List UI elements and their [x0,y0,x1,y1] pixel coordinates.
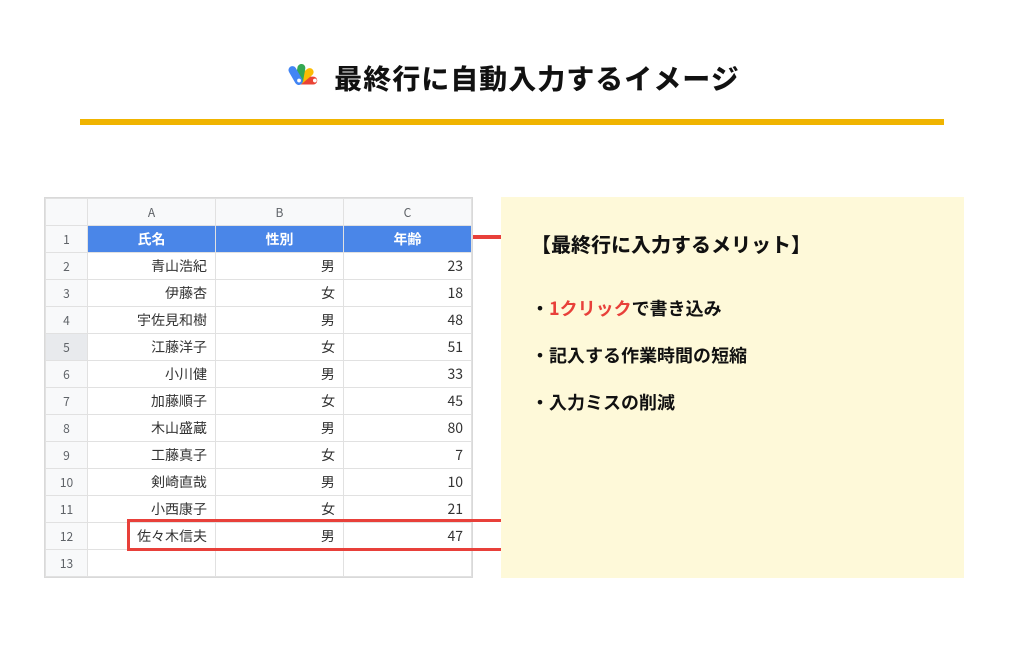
content: A B C 1 氏名 性別 年齢 2 青山浩紀 男 23 3 伊藤杏 女 18 [0,125,1024,578]
cell[interactable]: 51 [344,334,472,361]
row-header[interactable]: 6 [46,361,88,388]
callout-text: 入力ミスの削減 [549,389,675,415]
table-row: 4 宇佐見和樹 男 48 [46,307,472,334]
page-title: 最終行に自動入力するイメージ [334,58,739,98]
callout-list: ・1クリックで書き込み ・記入する作業時間の短縮 ・入力ミスの削減 [531,294,934,416]
table-row: 9 工藤真子 女 7 [46,442,472,469]
cell[interactable]: 10 [344,469,472,496]
callout-text: で書き込み [632,295,722,321]
cell-empty[interactable] [344,550,472,577]
column-header-a[interactable]: A [88,199,216,226]
cell[interactable]: 23 [344,253,472,280]
cell[interactable]: 48 [344,307,472,334]
table-header-age[interactable]: 年齢 [344,226,472,253]
spreadsheet: A B C 1 氏名 性別 年齢 2 青山浩紀 男 23 3 伊藤杏 女 18 [44,197,473,578]
cell[interactable]: 佐々木信夫 [88,523,216,550]
table-row: 7 加藤順子 女 45 [46,388,472,415]
table-row: 10 剣崎直哉 男 10 [46,469,472,496]
cell[interactable]: 男 [216,307,344,334]
cell[interactable]: 男 [216,469,344,496]
cell[interactable]: 木山盛蔵 [88,415,216,442]
cell[interactable]: 加藤順子 [88,388,216,415]
row-header[interactable]: 13 [46,550,88,577]
table-row: 3 伊藤杏 女 18 [46,280,472,307]
cell[interactable]: 女 [216,280,344,307]
cell[interactable]: 男 [216,253,344,280]
row-header[interactable]: 2 [46,253,88,280]
cell-empty[interactable] [216,550,344,577]
column-header-c[interactable]: C [344,199,472,226]
table-row: 5 江藤洋子 女 51 [46,334,472,361]
cell[interactable]: 小川健 [88,361,216,388]
row-header[interactable]: 1 [46,226,88,253]
callout-text: 記入する作業時間の短縮 [549,342,747,368]
cell[interactable]: 女 [216,496,344,523]
table-header-name[interactable]: 氏名 [88,226,216,253]
bullet: ・ [531,295,549,321]
cell-empty[interactable] [88,550,216,577]
table-row: 11 小西康子 女 21 [46,496,472,523]
row-header[interactable]: 7 [46,388,88,415]
table-row: 6 小川健 男 33 [46,361,472,388]
cell[interactable]: 女 [216,388,344,415]
cell[interactable]: 21 [344,496,472,523]
row-header[interactable]: 3 [46,280,88,307]
table-row: 8 木山盛蔵 男 80 [46,415,472,442]
cell[interactable]: 33 [344,361,472,388]
cell[interactable]: 80 [344,415,472,442]
callout-accent: 1クリック [549,295,632,321]
table-row-highlighted: 12 佐々木信夫 男 47 [46,523,472,550]
callout-panel: 【最終行に入力するメリット】 ・1クリックで書き込み ・記入する作業時間の短縮 … [501,197,964,578]
cell[interactable]: 青山浩紀 [88,253,216,280]
cell[interactable]: 剣崎直哉 [88,469,216,496]
cell[interactable]: 男 [216,523,344,550]
callout-item: ・1クリックで書き込み [531,294,934,323]
cell[interactable]: 女 [216,442,344,469]
sheet-corner[interactable] [46,199,88,226]
row-header[interactable]: 10 [46,469,88,496]
cell[interactable]: 男 [216,415,344,442]
header: 最終行に自動入力するイメージ [0,0,1024,111]
cell[interactable]: 宇佐見和樹 [88,307,216,334]
row-header[interactable]: 9 [46,442,88,469]
cell[interactable]: 伊藤杏 [88,280,216,307]
apps-script-logo-icon [284,56,322,99]
row-header[interactable]: 5 [46,334,88,361]
callout-title: 【最終行に入力するメリット】 [531,229,934,258]
callout-item: ・記入する作業時間の短縮 [531,341,934,370]
bullet: ・ [531,389,549,415]
cell[interactable]: 小西康子 [88,496,216,523]
cell[interactable]: 18 [344,280,472,307]
row-header[interactable]: 11 [46,496,88,523]
cell[interactable]: 女 [216,334,344,361]
cell[interactable]: 男 [216,361,344,388]
table-header-gender[interactable]: 性別 [216,226,344,253]
table-row-empty: 13 [46,550,472,577]
table-row: 2 青山浩紀 男 23 [46,253,472,280]
cell[interactable]: 45 [344,388,472,415]
cell[interactable]: 47 [344,523,472,550]
cell[interactable]: 江藤洋子 [88,334,216,361]
callout-item: ・入力ミスの削減 [531,388,934,417]
column-header-b[interactable]: B [216,199,344,226]
cell[interactable]: 工藤真子 [88,442,216,469]
row-header[interactable]: 12 [46,523,88,550]
row-header[interactable]: 8 [46,415,88,442]
cell[interactable]: 7 [344,442,472,469]
row-header[interactable]: 4 [46,307,88,334]
bullet: ・ [531,342,549,368]
